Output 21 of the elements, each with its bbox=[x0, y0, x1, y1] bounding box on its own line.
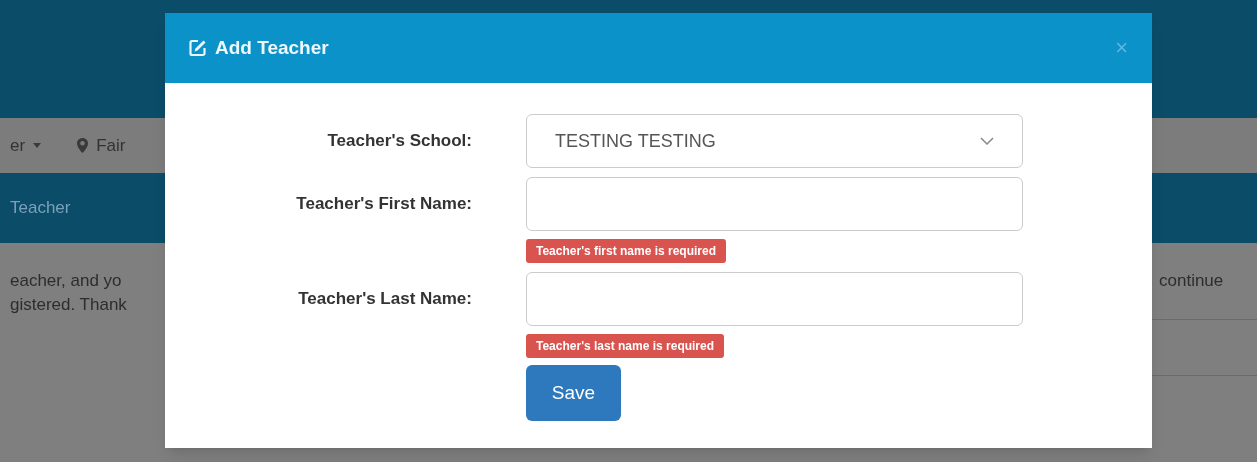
error-label: Teacher's first name is required bbox=[526, 239, 727, 263]
body-text: gistered. Thank bbox=[10, 294, 127, 316]
field-label: Teacher's School: bbox=[327, 130, 472, 153]
location-link[interactable]: Fair bbox=[77, 132, 126, 159]
body-text: continue bbox=[1158, 270, 1225, 292]
nav-dropdown[interactable]: er bbox=[10, 132, 42, 159]
body-text: eacher, and yo bbox=[10, 270, 123, 292]
save-button[interactable]: Save bbox=[526, 365, 621, 421]
map-pin-icon bbox=[77, 138, 89, 153]
error-label: Teacher's last name is required bbox=[526, 334, 725, 358]
field-label: Teacher's Last Name: bbox=[298, 288, 472, 311]
chevron-down-icon bbox=[980, 137, 994, 145]
band-title: Teacher bbox=[10, 197, 71, 220]
text-field[interactable] bbox=[526, 272, 1023, 326]
edit-icon bbox=[189, 39, 207, 57]
field-label: Teacher's First Name: bbox=[296, 193, 472, 216]
text-field[interactable] bbox=[526, 177, 1023, 231]
caret-icon bbox=[33, 143, 42, 148]
dialog-title: Add Teacher bbox=[215, 35, 329, 60]
school-select[interactable]: TESTING TESTING bbox=[526, 114, 1023, 168]
close-button[interactable]: × bbox=[1115, 37, 1128, 59]
